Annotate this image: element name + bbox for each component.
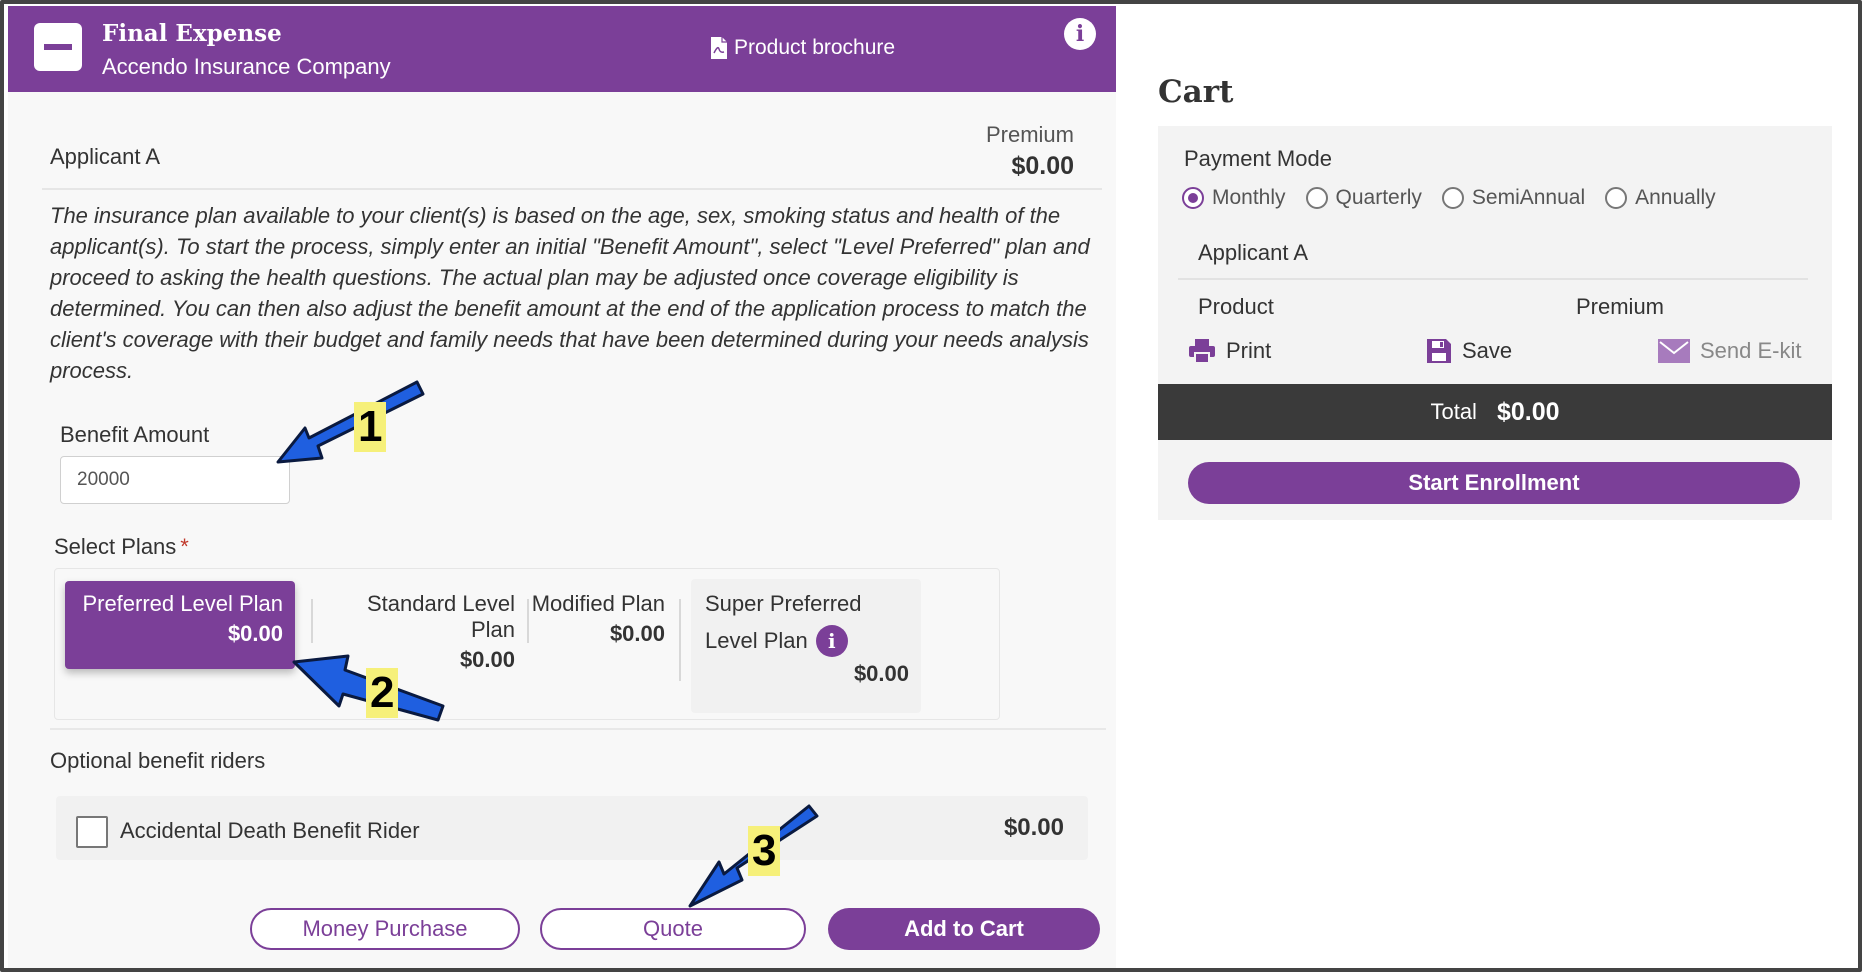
payment-mode-options: Monthly Quarterly SemiAnnual Annually [1182, 186, 1716, 210]
premium-label: Premium [985, 122, 1074, 147]
floppy-disk-icon [1427, 339, 1451, 363]
rider-price: $0.00 [1003, 814, 1064, 841]
payment-mode-quarterly[interactable]: Quarterly [1305, 186, 1422, 210]
select-plans-text: Select Plans [54, 534, 177, 559]
payment-mode-annually[interactable]: Annually [1605, 186, 1716, 210]
cart-title: Cart [1158, 74, 1234, 110]
plan-name-line1: Super Preferred [705, 591, 862, 616]
radio-label: SemiAnnual [1471, 186, 1586, 209]
radio-label: Annually [1635, 186, 1716, 209]
plan-name: Modified Plan [531, 591, 665, 616]
benefit-amount-label: Benefit Amount [60, 422, 210, 447]
plan-modified[interactable]: Modified Plan $0.00 [497, 591, 667, 647]
send-ekit-label: Send E-kit [1700, 338, 1802, 363]
start-enrollment-button[interactable]: Start Enrollment [1188, 462, 1800, 504]
applicant-label: Applicant A [50, 144, 161, 169]
radio-label: Monthly [1212, 186, 1286, 209]
envelope-icon [1658, 339, 1690, 363]
radio-label: Quarterly [1335, 186, 1422, 209]
save-label: Save [1462, 338, 1513, 363]
plan-standard-level[interactable]: Standard Level Plan $0.00 [317, 591, 517, 673]
printer-icon [1189, 339, 1215, 364]
plan-name: Standard Level Plan [367, 591, 515, 642]
optional-riders-label: Optional benefit riders [50, 748, 266, 773]
company-name: Accendo Insurance Company [102, 54, 391, 79]
divider [1178, 278, 1808, 280]
product-title: Final Expense [102, 20, 282, 47]
product-header: Final Expense Accendo Insurance Company … [8, 6, 1116, 92]
rider-name: Accidental Death Benefit Rider [120, 818, 420, 843]
cart-applicant-label: Applicant A [1198, 240, 1309, 265]
plan-price: $0.00 [459, 647, 515, 672]
radio-button[interactable] [1441, 187, 1464, 209]
plan-preferred-level[interactable]: Preferred Level Plan $0.00 [65, 581, 295, 669]
rider-row: Accidental Death Benefit Rider $0.00 [56, 796, 1088, 860]
print-label: Print [1226, 338, 1272, 363]
plan-price: $0.00 [227, 621, 283, 646]
save-button[interactable]: Save [1426, 338, 1512, 364]
optional-riders-section: Optional benefit riders Accidental Death… [50, 728, 1106, 868]
add-to-cart-button[interactable]: Add to Cart [828, 908, 1100, 950]
send-ekit-button[interactable]: Send E-kit [1658, 338, 1802, 364]
total-value: $0.00 [1496, 397, 1560, 426]
minus-icon [44, 44, 72, 50]
radio-button[interactable] [1605, 187, 1628, 209]
intro-text: The insurance plan available to your cli… [50, 203, 1090, 383]
info-icon[interactable]: i [1064, 18, 1096, 50]
total-bar: Total $0.00 [1158, 384, 1832, 440]
annotation-label-3: 3 [748, 826, 781, 876]
radio-button[interactable] [1182, 187, 1204, 209]
plan-super-preferred-level[interactable]: Super Preferred Level Plan i $0.00 [691, 579, 921, 713]
payment-mode-label: Payment Mode [1184, 146, 1332, 171]
premium-value: $0.00 [1011, 152, 1074, 180]
annotation-label-2: 2 [366, 668, 399, 718]
plan-name: Preferred Level Plan [82, 591, 283, 616]
payment-mode-monthly[interactable]: Monthly [1182, 186, 1286, 210]
annotation-label-1: 1 [354, 402, 387, 452]
plan-selector: Preferred Level Plan $0.00 Standard Leve… [54, 568, 1000, 720]
payment-mode-semiannual[interactable]: SemiAnnual [1441, 186, 1586, 210]
benefit-amount-input[interactable] [60, 456, 290, 504]
total-label: Total [1430, 399, 1477, 424]
required-marker: * [180, 534, 189, 559]
rider-checkbox[interactable] [76, 816, 108, 848]
radio-button[interactable] [1305, 187, 1328, 209]
select-plans-label: Select Plans * [54, 534, 189, 560]
cart-panel: Payment Mode Monthly Quarterly SemiAnnua… [1158, 126, 1832, 520]
plan-separator [311, 599, 313, 643]
quote-button[interactable]: Quote [540, 908, 806, 950]
plan-name-line2: Level Plan [705, 628, 808, 653]
plan-price: $0.00 [853, 661, 909, 686]
product-brochure-link[interactable]: Product brochure [710, 36, 895, 60]
product-panel: Final Expense Accendo Insurance Company … [8, 6, 1116, 968]
collapse-button[interactable] [34, 23, 82, 71]
premium-column-header: Premium [1576, 294, 1665, 319]
money-purchase-button[interactable]: Money Purchase [250, 908, 520, 950]
brochure-label: Product brochure [734, 36, 896, 59]
pdf-file-icon [711, 37, 727, 59]
print-button[interactable]: Print [1188, 338, 1271, 364]
divider [42, 188, 1102, 190]
plan-separator [679, 599, 681, 681]
product-column-header: Product [1198, 294, 1274, 319]
plan-price: $0.00 [609, 621, 665, 646]
info-icon[interactable]: i [815, 625, 848, 657]
